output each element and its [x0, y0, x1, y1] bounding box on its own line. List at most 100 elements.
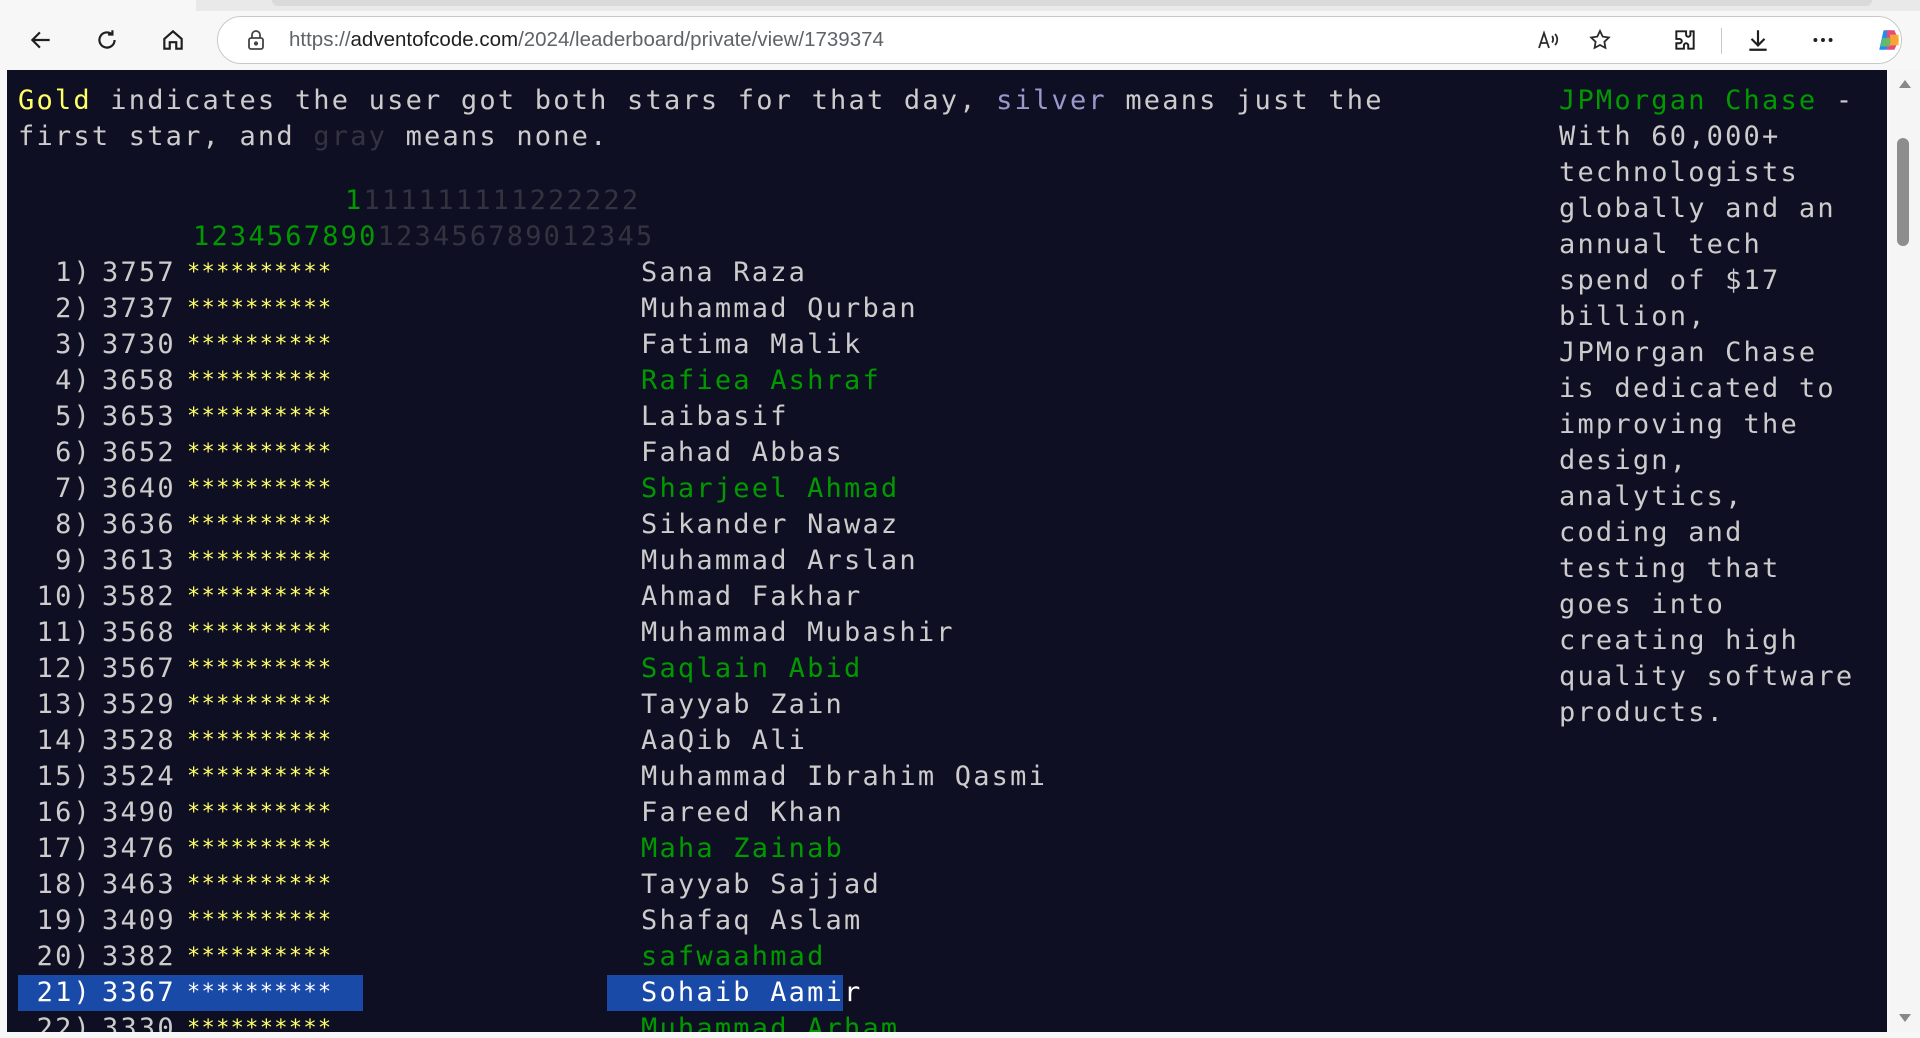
member-name: Fatima Malik	[641, 329, 863, 360]
more-icon[interactable]	[1800, 17, 1846, 63]
rank-label: 16)	[36, 797, 92, 828]
star-track: **********	[187, 944, 333, 969]
browser-toolbar: https://adventofcode.com/2024/leaderboar…	[0, 11, 1920, 69]
member-name: Tayyab Sajjad	[641, 869, 881, 900]
score-value: 3582	[102, 581, 176, 612]
rank-label: 15)	[36, 761, 92, 792]
leaderboard-row: 11) 3568 ********** Muhammad Mubashir	[7, 615, 1547, 651]
star-track: **********	[187, 368, 333, 393]
sponsor-panel: JPMorgan Chase - With 60,000+ technologi…	[1559, 83, 1869, 731]
member-name[interactable]: safwaahmad	[641, 939, 826, 975]
score-value: 3567	[102, 653, 176, 684]
leaderboard-row: 13) 3529 ********** Tayyab Zain	[7, 687, 1547, 723]
member-name: Shafaq Aslam	[641, 905, 863, 936]
leaderboard-row: 20) 3382 ********** safwaahmad	[7, 939, 1547, 975]
extensions-icon[interactable]	[1662, 17, 1708, 63]
url-domain: adventofcode.com	[350, 28, 519, 51]
score-value: 3409	[102, 905, 176, 936]
score-value: 3636	[102, 509, 176, 540]
rank-label: 6)	[55, 437, 92, 468]
rank-label: 2)	[55, 293, 92, 324]
leaderboard-row: 19) 3409 ********** Shafaq Aslam	[7, 903, 1547, 939]
member-name: Muhammad Mubashir	[641, 617, 955, 648]
score-value: 3757	[102, 257, 176, 288]
leaderboard-row: 3) 3730 ********** Fatima Malik	[7, 327, 1547, 363]
leaderboard-row: 21) 3367 ********** Sohaib Aamir	[7, 975, 1547, 1011]
score-value: 3568	[102, 617, 176, 648]
home-icon[interactable]	[150, 17, 196, 63]
read-aloud-icon[interactable]	[1531, 23, 1565, 57]
leaderboard-row: 7) 3640 ********** Sharjeel Ahmad	[7, 471, 1547, 507]
leaderboard-row: 10) 3582 ********** Ahmad Fakhar	[7, 579, 1547, 615]
star-track: **********	[187, 728, 333, 753]
leaderboard-row: 18) 3463 ********** Tayyab Sajjad	[7, 867, 1547, 903]
star-track: **********	[187, 836, 333, 861]
back-icon[interactable]	[18, 17, 64, 63]
star-track: **********	[187, 1016, 333, 1032]
lock-icon[interactable]	[244, 28, 268, 52]
rank-label: 7)	[55, 473, 92, 504]
rank-label: 21)	[36, 977, 92, 1008]
member-name: Muhammad Arslan	[641, 545, 918, 576]
member-name[interactable]: Maha Zainab	[641, 831, 844, 867]
scroll-thumb[interactable]	[1897, 138, 1909, 246]
window-bottom-edge	[0, 1032, 1920, 1038]
member-name[interactable]: Saqlain Abid	[641, 651, 862, 687]
member-name[interactable]: Muhammad Arham	[641, 1011, 899, 1032]
rank-label: 17)	[36, 833, 92, 864]
member-name[interactable]: Sharjeel Ahmad	[641, 471, 899, 507]
leaderboard-row: 9) 3613 ********** Muhammad Arslan	[7, 543, 1547, 579]
star-track: **********	[187, 800, 333, 825]
member-name: Sohaib Aamir	[641, 977, 863, 1008]
scroll-down-icon[interactable]	[1899, 1014, 1911, 1022]
copilot-icon[interactable]	[1866, 17, 1912, 63]
member-name: Sana Raza	[641, 257, 808, 288]
member-name: Muhammad Qurban	[641, 293, 918, 324]
day-header-tens: 1111111111222222	[345, 185, 641, 216]
url-prefix: https://	[289, 28, 351, 51]
leaderboard-row: 14) 3528 ********** AaQib Ali	[7, 723, 1547, 759]
legend-gold: Gold	[18, 85, 92, 116]
favorite-icon[interactable]	[1583, 23, 1617, 57]
star-track: **********	[187, 404, 333, 429]
score-value: 3330	[102, 1013, 176, 1032]
background-tabs[interactable]	[272, 0, 1872, 6]
leaderboard-row: 5) 3653 ********** Laibasif	[7, 399, 1547, 435]
star-track: **********	[187, 260, 333, 285]
url-text[interactable]: https://adventofcode.com/2024/leaderboar…	[289, 17, 884, 63]
rank-label: 1)	[55, 257, 92, 288]
download-icon[interactable]	[1735, 17, 1781, 63]
star-track: **********	[187, 980, 333, 1005]
rank-label: 14)	[36, 725, 92, 756]
score-value: 3613	[102, 545, 176, 576]
star-track: **********	[187, 476, 333, 501]
member-name[interactable]: Rafiea Ashraf	[641, 363, 881, 399]
leaderboard-row: 17) 3476 ********** Maha Zainab	[7, 831, 1547, 867]
legend-text-3: means none.	[387, 121, 609, 152]
score-value: 3529	[102, 689, 176, 720]
score-value: 3658	[102, 365, 176, 396]
rank-label: 5)	[55, 401, 92, 432]
score-value: 3367	[102, 977, 176, 1008]
score-value: 3653	[102, 401, 176, 432]
member-name: Fareed Khan	[641, 797, 845, 828]
star-track: **********	[187, 332, 333, 357]
scroll-up-icon[interactable]	[1899, 80, 1911, 88]
active-tab[interactable]	[0, 0, 196, 11]
star-track: **********	[187, 764, 333, 789]
sponsor-link[interactable]: JPMorgan Chase	[1559, 85, 1817, 116]
legend-gray: gray	[313, 121, 388, 152]
member-name: AaQib Ali	[641, 725, 808, 756]
address-bar[interactable]: https://adventofcode.com/2024/leaderboar…	[217, 16, 1902, 64]
member-name: Fahad Abbas	[641, 437, 845, 468]
rank-label: 20)	[36, 941, 92, 972]
member-name: Tayyab Zain	[641, 689, 845, 720]
refresh-icon[interactable]	[84, 17, 130, 63]
score-value: 3463	[102, 869, 176, 900]
legend-text: Gold indicates the user got both stars f…	[18, 83, 1384, 155]
score-value: 3524	[102, 761, 176, 792]
rank-label: 10)	[36, 581, 92, 612]
score-value: 3528	[102, 725, 176, 756]
score-value: 3490	[102, 797, 176, 828]
page-scrollbar[interactable]	[1890, 70, 1920, 1032]
